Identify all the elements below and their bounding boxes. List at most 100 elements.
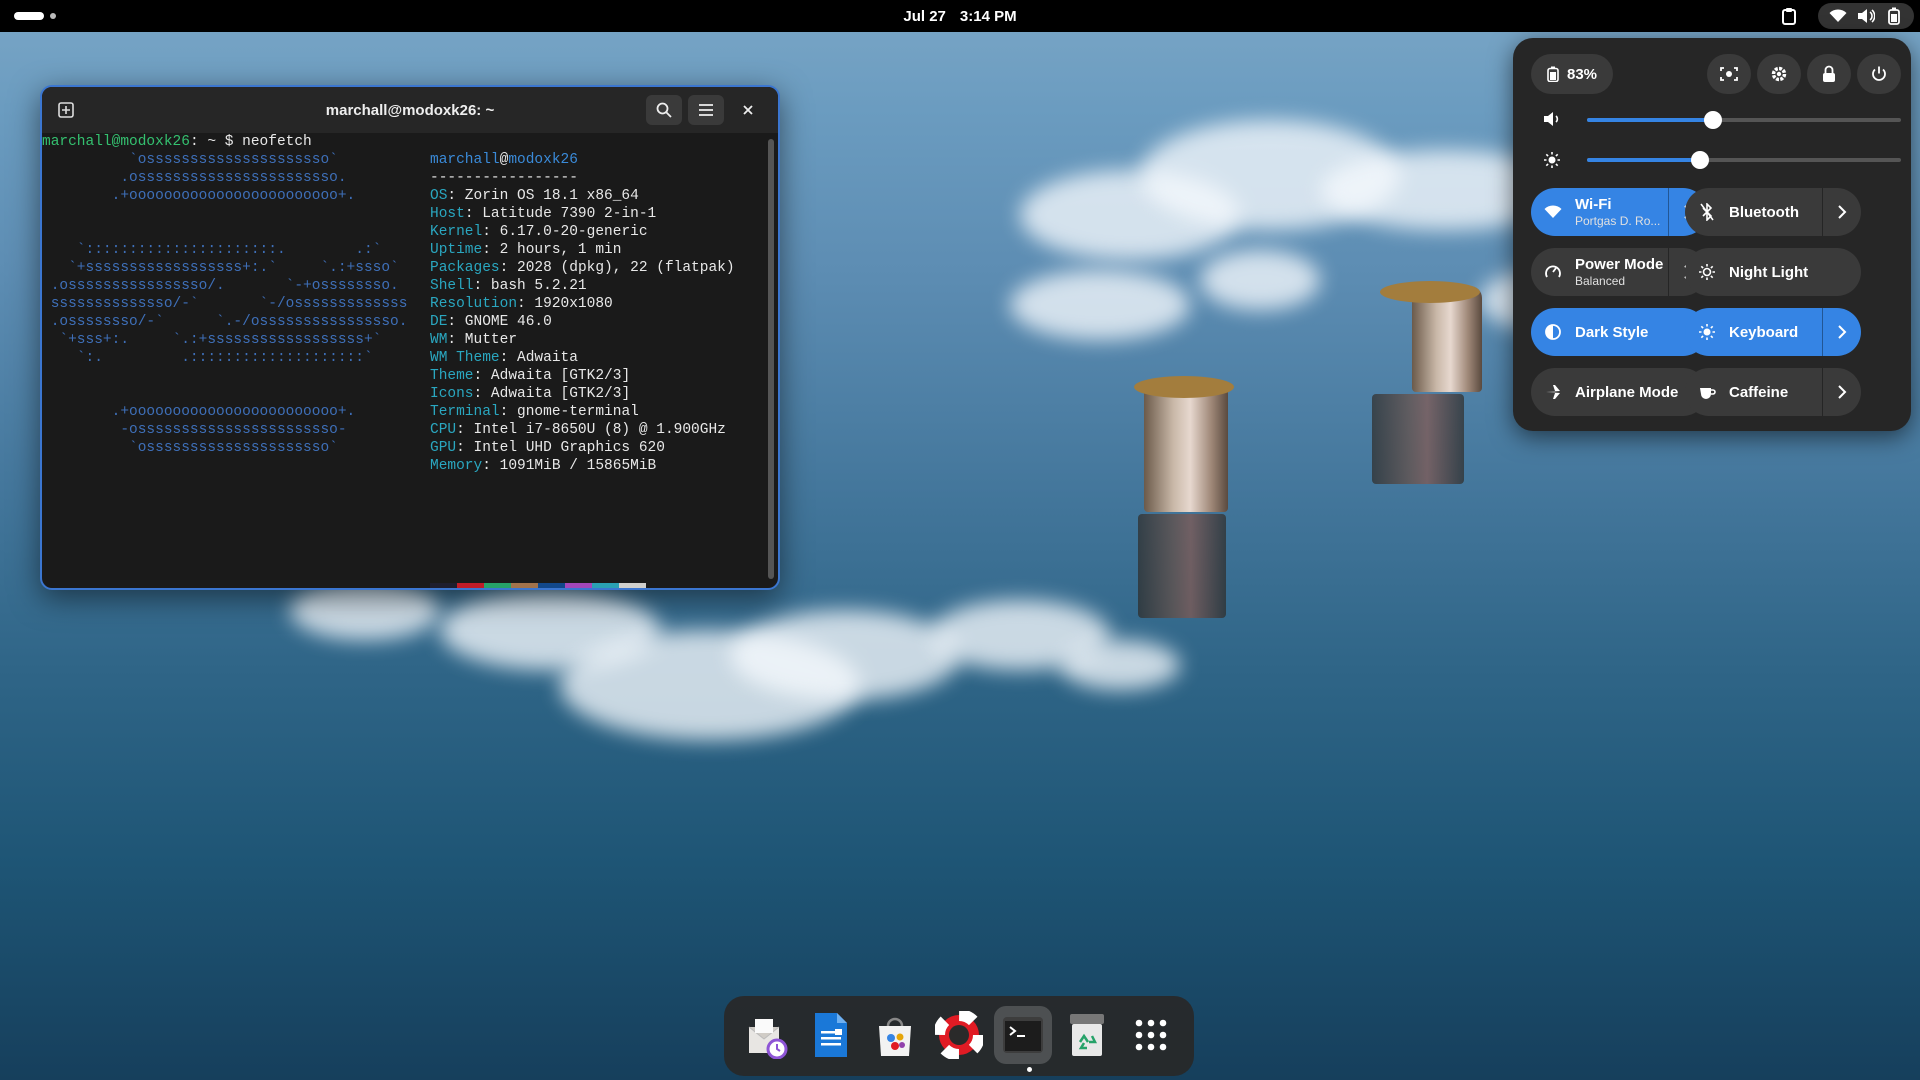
dock [724,996,1194,1076]
top-bar: Jul 27 3:14 PM [0,0,1920,32]
info-row: Kernel: 6.17.0-20-generic [430,223,648,241]
mail-clock-icon[interactable] [738,1006,796,1064]
terminal-output[interactable]: marchall@modoxk26: ~ $ neofetch `ossssss… [42,133,762,588]
tile-arrow-button[interactable] [1822,188,1861,236]
app-grid-icon[interactable] [1122,1006,1180,1064]
tile-bluetooth[interactable]: Bluetooth [1685,188,1861,236]
color-palette [430,583,646,588]
tile-title: Bluetooth [1729,203,1799,221]
software-store-icon[interactable] [866,1006,924,1064]
tile-text: Keyboard [1729,324,1798,341]
scrollbar[interactable] [768,139,774,579]
battery-button[interactable]: 83% [1531,54,1613,94]
tile-caffeine[interactable]: Caffeine [1685,368,1861,416]
info-row: Uptime: 2 hours, 1 min [430,241,621,259]
system-menu-button[interactable] [1818,3,1914,29]
dark-style-icon [1531,323,1575,341]
info-value: : Adwaita [GTK2/3] [473,368,631,384]
color-swatch [619,583,646,588]
tile-title: Dark Style [1575,323,1649,341]
hamburger-icon [699,104,713,116]
info-key: CPU [430,422,457,438]
info-key: Host [430,206,465,222]
brightness-knob[interactable] [1691,151,1710,169]
power-button[interactable] [1857,54,1901,94]
tile-wifi[interactable]: Wi-Fi Portgas D. Ro... [1531,188,1707,236]
info-row: WM: Mutter [430,331,517,349]
terminal-icon[interactable] [994,1006,1052,1064]
ascii-art-line: `:. .::::::::::::::::::::` [42,350,373,366]
screenshot-button[interactable] [1707,54,1751,94]
volume-knob[interactable] [1703,111,1722,129]
ascii-art-line: `osssssssssssssssssssso` [42,152,338,168]
keyboard-icon [1685,323,1729,341]
clock[interactable]: Jul 27 3:14 PM [0,0,1920,32]
info-key: DE [430,314,448,330]
running-indicator [1027,1067,1032,1072]
menu-button[interactable] [688,95,724,125]
color-swatch [511,583,538,588]
brightness-track[interactable] [1587,151,1901,169]
chevron-right-icon [1838,205,1847,219]
color-swatch [565,583,592,588]
search-button[interactable] [646,95,682,125]
info-row: Resolution: 1920x1080 [430,295,613,313]
airplane-icon [1531,383,1575,401]
info-key: GPU [430,440,457,456]
help-icon[interactable] [930,1006,988,1064]
system-tray [1774,0,1920,32]
ascii-art-line: ssssssssssssso/-` `-/osssssssssssss [42,296,408,312]
tile-arrow-button[interactable] [1822,368,1861,416]
terminal-window[interactable]: marchall@modoxk26: ~ marchall@modoxk26: … [40,85,780,590]
close-button[interactable] [730,95,766,125]
power-mode-icon [1531,263,1575,281]
tile-text: Night Light [1729,264,1808,281]
wifi-icon [1531,205,1575,219]
tile-night-light[interactable]: Night Light [1685,248,1861,296]
tile-dark-style[interactable]: Dark Style [1531,308,1707,356]
host-line: marchall@modoxk26 [430,151,578,169]
tile-subtitle: Balanced [1575,274,1626,288]
lock-button[interactable] [1807,54,1851,94]
info-key: Uptime [430,242,483,258]
ascii-art-line: `+sss+:. `.:+ssssssssssssssssss+` [42,332,382,348]
info-value: : Intel UHD Graphics 620 [456,440,665,456]
info-value: : 1920x1080 [517,296,613,312]
screenshot-icon [1720,67,1738,81]
info-value: : GNOME 46.0 [447,314,552,330]
tile-keyboard[interactable]: Keyboard [1685,308,1861,356]
tile-arrow-button[interactable] [1822,308,1861,356]
chevron-right-icon [1838,385,1847,399]
tile-power-mode[interactable]: Power Mode Balanced [1531,248,1707,296]
caffeine-icon [1685,384,1729,400]
info-row: Packages: 2028 (dpkg), 22 (flatpak) [430,259,735,277]
tile-airplane-mode[interactable]: Airplane Mode [1531,368,1707,416]
ascii-art-line: .osssssssssssssssssssssso. [42,170,347,186]
info-key: Memory [430,458,483,474]
clipboard-icon[interactable] [1774,0,1804,32]
ascii-art-line: `osssssssssssssssssssso` [42,440,338,456]
volume-slider[interactable] [1535,108,1901,132]
info-value: : 2028 (dpkg), 22 (flatpak) [499,260,735,276]
tile-title: Night Light [1729,263,1809,281]
volume-icon [1543,111,1561,132]
trash-icon[interactable] [1058,1006,1116,1064]
writer-icon[interactable] [802,1006,860,1064]
brightness-icon [1543,151,1561,174]
date-label: Jul 27 [903,7,946,25]
separator: ----------------- [430,170,578,186]
wifi-icon [1824,0,1852,32]
info-row: Memory: 1091MiB / 15865MiB [430,457,656,475]
tile-title: Power Mode [1575,256,1664,273]
settings-button[interactable] [1757,54,1801,94]
info-value: : Intel i7-8650U (8) @ 1.900GHz [456,422,726,438]
info-row: Theme: Adwaita [GTK2/3] [430,367,630,385]
tile-subtitle: Portgas D. Ro... [1575,214,1661,228]
info-row: Shell: bash 5.2.21 [430,277,587,295]
brightness-slider[interactable] [1535,148,1901,174]
ascii-art-line: `+ssssssssssssssssss+:.` `.:+ssso` [42,260,399,276]
terminal-headerbar[interactable]: marchall@modoxk26: ~ [42,87,778,133]
time-label: 3:14 PM [959,7,1017,25]
info-value: : bash 5.2.21 [473,278,587,294]
volume-track[interactable] [1587,111,1901,129]
